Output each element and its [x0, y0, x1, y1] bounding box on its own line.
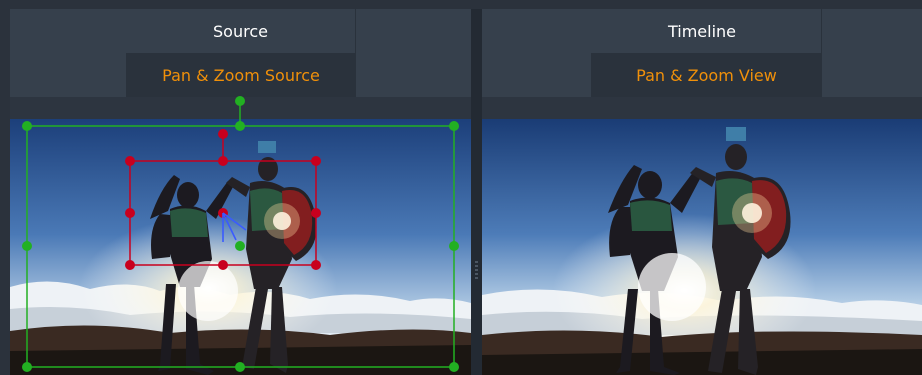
source-frame-handle-icon[interactable] — [449, 121, 459, 131]
tab-pan-zoom-view[interactable]: Pan & Zoom View — [591, 53, 822, 97]
zoom-frame-handle-icon[interactable] — [125, 260, 135, 270]
panel-splitter[interactable] — [471, 9, 482, 375]
zoom-frame-handle-icon[interactable] — [311, 208, 321, 218]
pan-zoom-editor: Source Pan & Zoom Source Timeline Pan & … — [0, 0, 922, 375]
splitter-grip-icon[interactable] — [475, 261, 478, 281]
zoom-frame-handle-icon[interactable] — [311, 156, 321, 166]
source-frame-handle-icon[interactable] — [449, 241, 459, 251]
zoom-frame-center-icon[interactable] — [218, 208, 228, 218]
source-panel: Source Pan & Zoom Source — [10, 9, 471, 375]
timeline-panel: Timeline Pan & Zoom View — [482, 9, 922, 375]
source-tab-strip: Pan & Zoom Source — [10, 53, 471, 97]
zoom-frame-handle-icon[interactable] — [218, 156, 228, 166]
source-frame-handle-icon[interactable] — [22, 362, 32, 372]
source-frame-center-icon[interactable] — [235, 241, 245, 251]
zoom-frame-handle-icon[interactable] — [125, 208, 135, 218]
tab-pan-zoom-source[interactable]: Pan & Zoom Source — [126, 53, 356, 97]
zoom-frame-handle-icon[interactable] — [311, 260, 321, 270]
timeline-preview-image — [482, 119, 922, 375]
source-frame-handle-icon[interactable] — [449, 362, 459, 372]
source-frame-handle-icon[interactable] — [22, 121, 32, 131]
timeline-photo-svg — [482, 119, 922, 375]
source-frame-rotate-handle-icon[interactable] — [235, 96, 245, 106]
zoom-frame-handle-icon[interactable] — [218, 260, 228, 270]
source-frame-handle-icon[interactable] — [235, 362, 245, 372]
source-frame-handle-icon[interactable] — [22, 241, 32, 251]
source-frame-handle-icon[interactable] — [235, 121, 245, 131]
timeline-tab-strip: Pan & Zoom View — [482, 53, 922, 97]
tab-divider — [355, 9, 356, 97]
zoom-frame-handle-icon[interactable] — [125, 156, 135, 166]
zoom-frame-rotate-handle-icon[interactable] — [218, 129, 228, 139]
timeline-subbar — [482, 97, 922, 119]
source-panel-title: Source — [10, 9, 471, 53]
tab-divider — [821, 9, 822, 97]
timeline-panel-title: Timeline — [482, 9, 922, 53]
